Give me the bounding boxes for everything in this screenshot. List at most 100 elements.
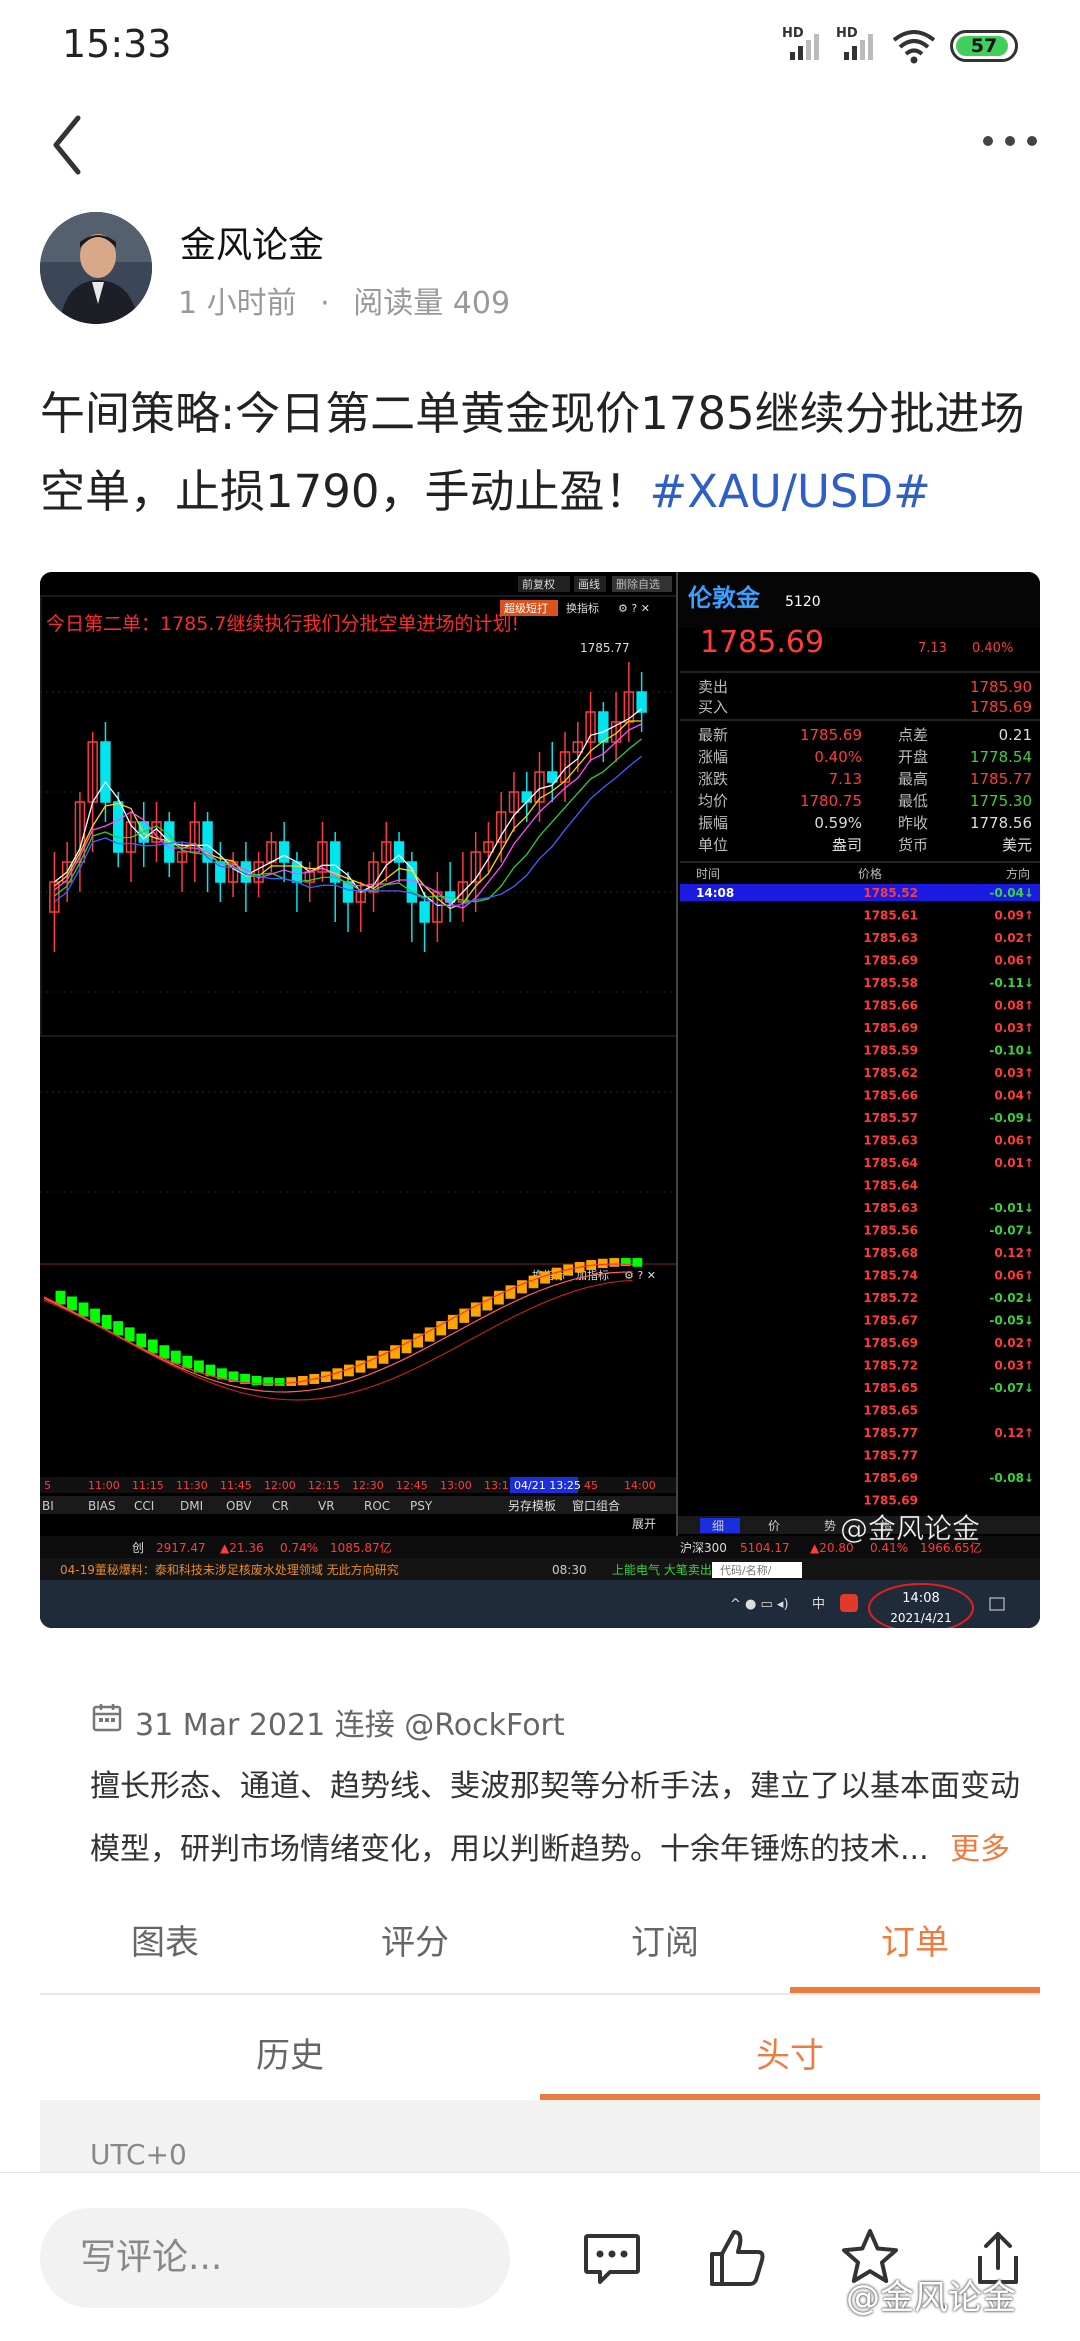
- indicator-tab[interactable]: BIAS: [88, 1499, 116, 1513]
- sell-price: 1785.90: [970, 678, 1032, 696]
- avatar[interactable]: [40, 212, 152, 324]
- tick-direction: -0.07↓: [989, 1224, 1034, 1238]
- quote-stat-cell: 单位: [698, 836, 728, 854]
- ticker-volume: 1085.87亿: [330, 1540, 392, 1555]
- time-axis-tick: 11:30: [176, 1479, 208, 1492]
- tick-direction: 0.01↑: [994, 1156, 1034, 1170]
- time-axis-tick: 12:15: [308, 1479, 340, 1492]
- tick-direction: 0.03↑: [994, 1021, 1034, 1035]
- news-ticker[interactable]: 04-19董秘爆料：泰和科技未涉足核废水处理领域 无此方向研究: [60, 1562, 399, 1577]
- toolbar-delete-fav[interactable]: 删除自选: [616, 577, 660, 591]
- quote-tab[interactable]: 价: [768, 1519, 780, 1533]
- tab-chart[interactable]: 图表: [40, 1915, 290, 1964]
- ticker-pct: 0.74%: [280, 1541, 318, 1555]
- indicator-bar: [113, 1321, 124, 1336]
- news-ticker-2[interactable]: 上能电气 大笔卖出: [612, 1562, 712, 1577]
- tab-orders[interactable]: 订单: [790, 1915, 1040, 1964]
- author-name[interactable]: 金风论金: [180, 216, 324, 268]
- search-box-placeholder[interactable]: 代码/名称/: [720, 1563, 772, 1577]
- taskbar-ime[interactable]: 中: [812, 1597, 825, 1612]
- chart-high-label: 1785.77: [580, 641, 630, 655]
- tick-direction: 0.02↑: [994, 1336, 1034, 1350]
- tick-price: 1785.66: [863, 1089, 918, 1103]
- indicator-tab[interactable]: VR: [318, 1499, 335, 1513]
- like-thumb-icon[interactable]: [706, 2226, 770, 2290]
- indicator-tab[interactable]: CCI: [134, 1499, 154, 1513]
- indicator-tab[interactable]: DMI: [180, 1499, 203, 1513]
- comment-input[interactable]: 写评论...: [40, 2208, 510, 2308]
- tick-price: 1785.72: [863, 1291, 918, 1305]
- indicator-bar: [90, 1308, 100, 1323]
- tick-price: 1785.67: [863, 1314, 918, 1328]
- tick-direction: 0.12↑: [994, 1246, 1034, 1260]
- tick-direction: -0.11↓: [989, 976, 1034, 990]
- subtab-history[interactable]: 历史: [40, 2028, 540, 2077]
- tick-direction: -0.10↓: [989, 1044, 1034, 1058]
- candle-body: [100, 741, 111, 803]
- tick-price: 1785.59: [863, 1044, 918, 1058]
- indicator-bar: [263, 1377, 274, 1386]
- subtab-positions[interactable]: 头寸: [540, 2028, 1040, 2077]
- quote-stat-cell: 1778.54: [970, 748, 1032, 766]
- tick-price: 1785.56: [863, 1224, 918, 1238]
- quote-stat-cell: 涨幅: [698, 748, 728, 766]
- indicator-bar: [609, 1258, 620, 1267]
- post-title: 午间策略:今日第二单黄金现价1785继续分批进场空单，止损1790，手动止盈！#…: [40, 375, 1040, 531]
- quote-tab[interactable]: 势: [824, 1519, 836, 1533]
- bio-joined: 31 Mar 2021 连接 @RockFort: [135, 1700, 565, 1744]
- hashtag-link[interactable]: #XAU/USD#: [650, 465, 931, 518]
- quote-stat-cell: 1785.69: [800, 726, 862, 744]
- bio-date-text: 31 Mar 2021: [135, 1708, 326, 1743]
- save-template-button[interactable]: 另存模板: [508, 1499, 556, 1513]
- candle-body: [419, 901, 430, 923]
- window-combo-button[interactable]: 窗口组合: [572, 1498, 620, 1513]
- tab-subscribe[interactable]: 订阅: [540, 1915, 790, 1964]
- candle-body: [521, 791, 532, 803]
- taskbar-time: 14:08: [902, 1591, 939, 1606]
- indicator-tab[interactable]: OBV: [226, 1499, 252, 1513]
- taskbar-app-icon[interactable]: [840, 1594, 858, 1612]
- tick-price: 1785.58: [863, 976, 918, 990]
- tick-price: 1785.63: [863, 1201, 918, 1215]
- tick-price: 1785.69: [863, 1494, 918, 1508]
- quote-stat-cell: 0.21: [999, 726, 1032, 744]
- toolbar-gear-icon[interactable]: ⚙ ? ✕: [618, 602, 650, 615]
- indicator-bar: [55, 1290, 66, 1305]
- trading-screenshot[interactable]: 前复权 画线 删除自选 超级短打 换指标 ⚙ ? ✕ 今日第二单：1785.7继…: [40, 572, 1040, 1628]
- toolbar-change-indicator[interactable]: 换指标: [566, 601, 599, 615]
- bio-handle[interactable]: @RockFort: [404, 1708, 564, 1743]
- expand-button[interactable]: 展开: [632, 1517, 656, 1531]
- time-axis-tick: 13:00: [440, 1479, 472, 1492]
- toolbar-fuquan[interactable]: 前复权: [522, 577, 555, 591]
- quote-stat-cell: 点差: [898, 726, 928, 744]
- more-options-icon[interactable]: [980, 126, 1040, 156]
- back-arrow-icon[interactable]: [48, 110, 88, 180]
- taskbar-tray-icons[interactable]: ^ ● ▭ ◂): [730, 1597, 789, 1612]
- indicator-tab[interactable]: BI: [42, 1499, 54, 1513]
- tick-price: 1785.62: [863, 1066, 918, 1080]
- candle-body: [598, 711, 609, 743]
- comment-icon[interactable]: [580, 2226, 644, 2290]
- tick-price: 1785.64: [863, 1156, 918, 1170]
- time-axis-highlight: 04/21 13:25: [514, 1479, 581, 1492]
- ticker-value-2: 5104.17: [740, 1541, 790, 1555]
- tab-rating[interactable]: 评分: [290, 1915, 540, 1964]
- calendar-icon: [92, 1704, 122, 1732]
- tick-direction: 0.12↑: [994, 1426, 1034, 1440]
- toolbar-huaxian[interactable]: 画线: [578, 577, 600, 591]
- time-axis-tick: 45: [584, 1479, 598, 1492]
- bio-more-link[interactable]: 更多: [950, 1832, 1010, 1867]
- tick-price: 1785.57: [863, 1111, 918, 1125]
- status-time: 15:33: [62, 22, 172, 66]
- quote-tab[interactable]: 细: [712, 1519, 724, 1533]
- signal-1-icon: [790, 34, 819, 60]
- tabs-divider: [40, 1993, 1040, 1995]
- time-axis-tick: 11:45: [220, 1479, 252, 1492]
- tick-header: 时间: [696, 867, 720, 881]
- tick-price: 1785.69: [863, 1336, 918, 1350]
- indicator-tab[interactable]: ROC: [364, 1499, 390, 1513]
- indicator-tabs: BI BIAS CCI DMI OBV CR VR ROC PSY: [42, 1499, 433, 1513]
- tick-price: 1785.65: [863, 1381, 918, 1395]
- indicator-tab[interactable]: PSY: [410, 1499, 433, 1513]
- indicator-tab[interactable]: CR: [272, 1499, 289, 1513]
